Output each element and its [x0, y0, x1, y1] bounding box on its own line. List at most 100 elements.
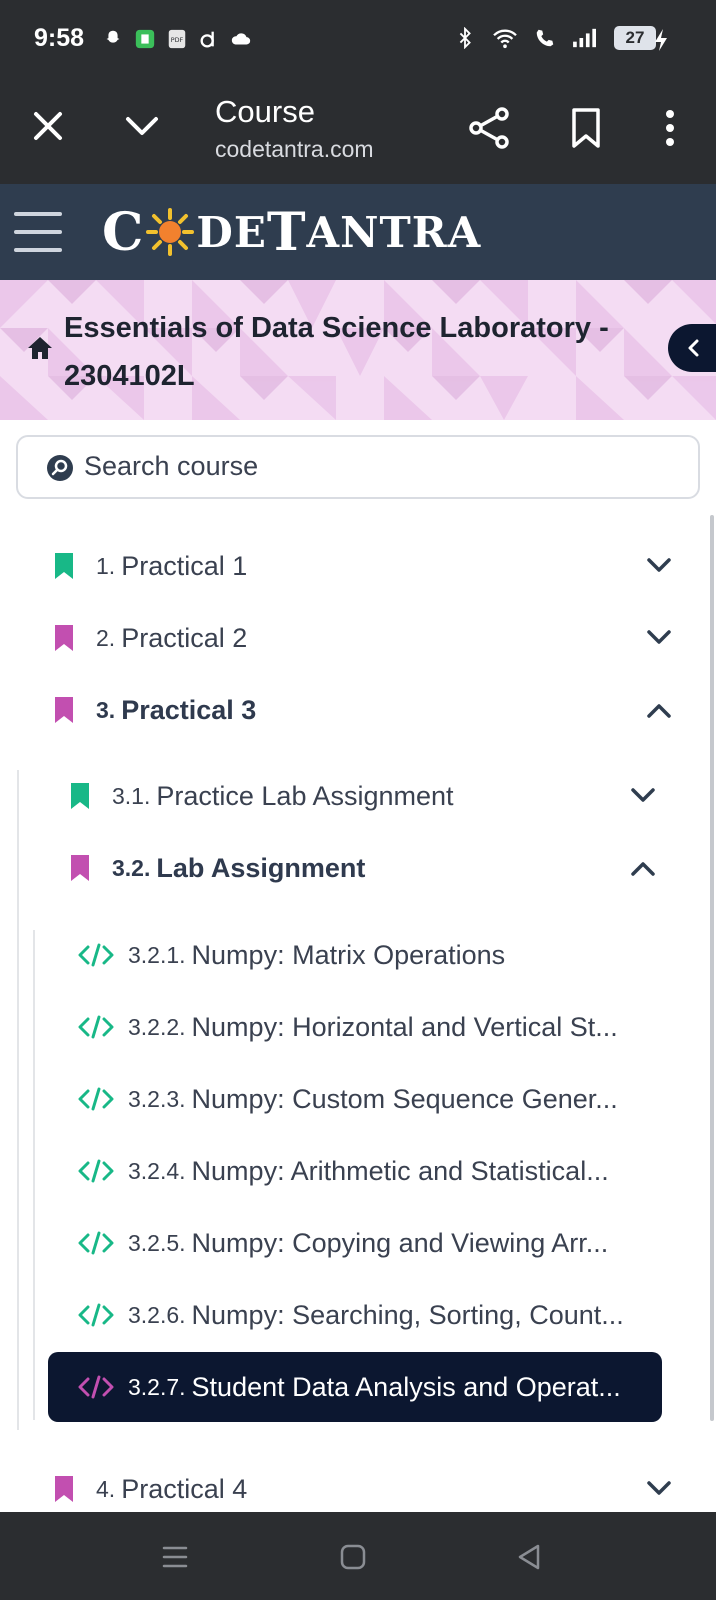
code-icon: [78, 1015, 114, 1039]
item-number: 3.1.: [112, 782, 151, 809]
share-icon[interactable]: [468, 106, 512, 150]
item-label: Student Data Analysis and Operat...: [191, 1371, 621, 1402]
bluetooth-icon: [459, 27, 471, 49]
item-number: 3.2.7.: [128, 1373, 186, 1400]
svg-text:PDF: PDF: [171, 36, 184, 44]
chevron-up-icon[interactable]: [646, 701, 672, 719]
item-number: 2.: [96, 624, 116, 651]
bookmark-magenta-icon: [55, 1476, 73, 1502]
chevron-down-icon[interactable]: [122, 106, 162, 146]
item-label: Practical 1: [121, 550, 248, 581]
recent-apps-icon[interactable]: [160, 1542, 190, 1572]
course-title: Essentials of Data Science Laboratory - …: [64, 312, 609, 392]
logo-text-de: DE: [196, 207, 267, 257]
tree-item-3-2-7[interactable]: 3.2.7. Student Data Analysis and Operat.…: [78, 1357, 621, 1417]
chevron-up-icon[interactable]: [630, 859, 656, 877]
tree-item-practical-2[interactable]: 2. Practical 2: [54, 608, 247, 668]
item-label: Practical 3: [121, 694, 257, 725]
app-notification-icon: [135, 29, 155, 49]
tree-item-3-2-1[interactable]: 3.2.1. Numpy: Matrix Operations: [78, 925, 505, 985]
item-number: 3.2.: [112, 854, 151, 881]
d-app-icon: [200, 31, 214, 48]
code-icon: [78, 1087, 114, 1111]
item-label: Practical 2: [121, 622, 248, 653]
tree-item-practical-4[interactable]: 4. Practical 4: [54, 1459, 247, 1519]
search-course-input[interactable]: Search course: [16, 435, 700, 499]
app-header: C DE T ANTRA: [0, 184, 716, 280]
back-icon[interactable]: [514, 1542, 544, 1572]
system-navigation-bar: [0, 1512, 716, 1600]
logo-text-c: C: [102, 201, 145, 263]
item-label: Practice Lab Assignment: [156, 780, 454, 811]
sidebar-toggle-button[interactable]: [668, 324, 716, 372]
bookmark-green-icon: [71, 783, 89, 809]
bookmark-icon[interactable]: [566, 106, 606, 150]
search-placeholder: Search course: [84, 451, 259, 481]
signal-icon: [573, 28, 596, 48]
home-icon[interactable]: [26, 334, 54, 362]
item-number: 3.2.5.: [128, 1229, 186, 1256]
tree-item-3-2-7-selected[interactable]: 3.2.7. Student Data Analysis and Operat.…: [48, 1352, 662, 1422]
more-vertical-icon[interactable]: [650, 106, 690, 150]
wifi-icon: [493, 29, 517, 49]
code-icon: [78, 1159, 114, 1183]
tree-item-3-2-6[interactable]: 3.2.6. Numpy: Searching, Sorting, Count.…: [78, 1285, 624, 1345]
code-icon: [78, 1303, 114, 1327]
wifi-calling-icon: [536, 29, 554, 47]
code-icon: [78, 1231, 114, 1255]
sun-icon: [146, 208, 195, 256]
chevron-down-icon[interactable]: [646, 1480, 672, 1498]
code-icon: [78, 943, 114, 967]
system-icons: 27: [454, 26, 656, 50]
tree-guide-line-level2: [33, 930, 35, 1420]
item-label: Numpy: Custom Sequence Gener...: [191, 1083, 618, 1114]
browser-url[interactable]: codetantra.com: [215, 136, 374, 163]
bookmark-green-icon: [55, 553, 73, 579]
item-number: 3.2.3.: [128, 1085, 186, 1112]
bookmark-magenta-icon: [55, 625, 73, 651]
browser-page-title: Course: [215, 94, 315, 129]
tree-item-practice-lab-assignment[interactable]: 3.1. Practice Lab Assignment: [70, 766, 454, 826]
close-icon[interactable]: [28, 106, 68, 146]
pdf-icon: PDF: [168, 29, 186, 49]
status-time: 9:58: [34, 24, 85, 52]
item-number: 3.2.6.: [128, 1301, 186, 1328]
chevron-down-icon[interactable]: [646, 557, 672, 575]
chevron-down-icon[interactable]: [646, 629, 672, 647]
code-icon: [78, 1375, 114, 1399]
battery-indicator: 27: [614, 26, 656, 50]
tree-item-practical-1[interactable]: 1. Practical 1: [54, 536, 247, 596]
status-bar: 9:58 PDF 27: [0, 0, 716, 78]
chevron-down-icon[interactable]: [630, 787, 656, 805]
tree-item-3-2-3[interactable]: 3.2.3. Numpy: Custom Sequence Gener...: [78, 1069, 618, 1129]
notification-icons: PDF: [102, 28, 252, 50]
tree-guide-line-level1: [17, 770, 19, 1430]
menu-icon[interactable]: [14, 212, 62, 252]
codetantra-logo[interactable]: C DE T ANTRA: [102, 201, 482, 263]
item-label: Numpy: Searching, Sorting, Count...: [191, 1299, 624, 1330]
tree-item-3-2-5[interactable]: 3.2.5. Numpy: Copying and Viewing Arr...: [78, 1213, 608, 1273]
logo-text-t: T: [266, 201, 307, 263]
bookmark-magenta-icon: [55, 697, 73, 723]
tree-item-lab-assignment[interactable]: 3.2. Lab Assignment: [70, 838, 365, 898]
scrollbar[interactable]: [710, 515, 714, 1421]
search-icon: [47, 455, 73, 481]
item-label: Numpy: Arithmetic and Statistical...: [191, 1155, 609, 1186]
browser-toolbar: Course codetantra.com: [0, 78, 716, 184]
item-number: 3.: [96, 696, 116, 723]
item-number: 1.: [96, 552, 116, 579]
bookmark-magenta-icon: [71, 855, 89, 881]
logo-text-antra: ANTRA: [306, 207, 482, 257]
item-label: Numpy: Copying and Viewing Arr...: [191, 1227, 609, 1258]
home-button-icon[interactable]: [338, 1542, 368, 1572]
chevron-left-icon: [688, 339, 699, 357]
charging-icon: [655, 29, 667, 51]
item-number: 3.2.1.: [128, 941, 186, 968]
tree-item-3-2-4[interactable]: 3.2.4. Numpy: Arithmetic and Statistical…: [78, 1141, 609, 1201]
snapchat-icon: [106, 30, 120, 43]
item-number: 4.: [96, 1475, 116, 1502]
item-label: Numpy: Horizontal and Vertical St...: [191, 1011, 618, 1042]
item-label: Lab Assignment: [156, 852, 366, 883]
tree-item-3-2-2[interactable]: 3.2.2. Numpy: Horizontal and Vertical St…: [78, 997, 618, 1057]
tree-item-practical-3[interactable]: 3. Practical 3: [54, 680, 256, 740]
